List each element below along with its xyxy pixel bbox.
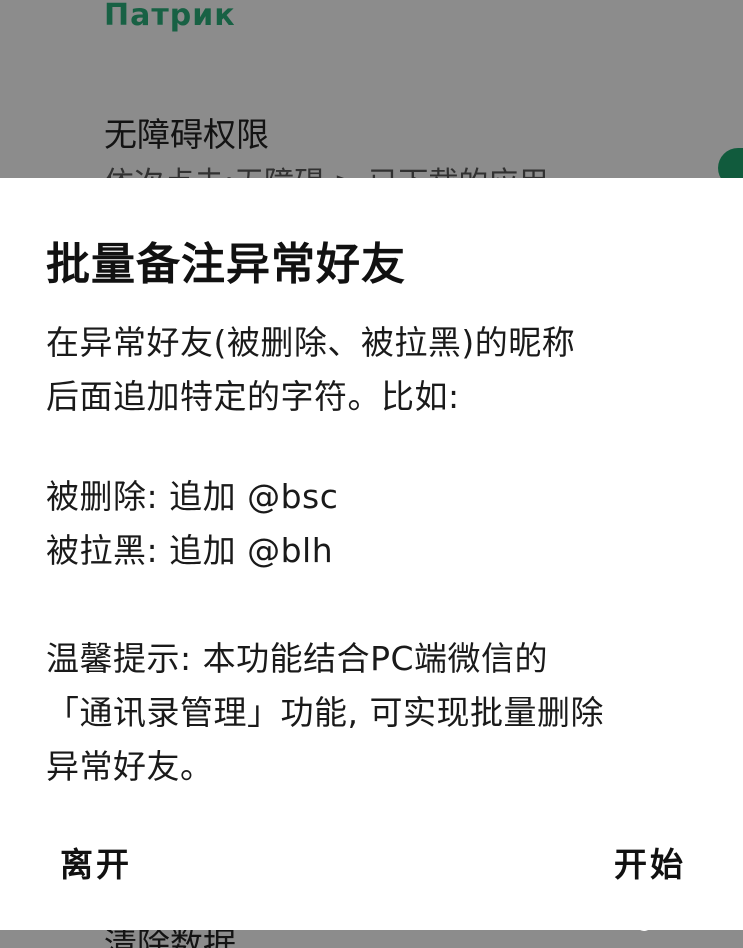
intro-line: 在异常好友(被删除、被拉黑)的昵称 (46, 323, 576, 362)
batch-remark-dialog: 批量备注异常好友 在异常好友(被删除、被拉黑)的昵称 后面追加特定的字符。比如:… (0, 178, 743, 930)
rule-deleted: 被删除: 追加 @bsc (46, 477, 339, 516)
dialog-tip: 温馨提示: 本功能结合PC端微信的 「通讯录管理」功能, 可实现批量删除 异常好… (46, 632, 604, 794)
tip-line: 温馨提示: 本功能结合PC端微信的 (46, 639, 549, 678)
tip-line: 「通讯录管理」功能, 可实现批量删除 (46, 693, 604, 732)
rule-blocked: 被拉黑: 追加 @blh (46, 531, 334, 570)
dialog-title: 批量备注异常好友 (46, 239, 406, 290)
dialog-intro: 在异常好友(被删除、被拉黑)的昵称 后面追加特定的字符。比如: (46, 316, 575, 424)
intro-line: 后面追加特定的字符。比如: (46, 377, 460, 416)
watermark: 头条 @瑾舟导航 (593, 912, 725, 933)
start-button[interactable]: 开始 (614, 838, 686, 886)
leave-button[interactable]: 离开 (60, 838, 132, 886)
tip-line: 异常好友。 (46, 747, 214, 786)
dialog-rules: 被删除: 追加 @bsc 被拉黑: 追加 @blh (46, 470, 338, 578)
